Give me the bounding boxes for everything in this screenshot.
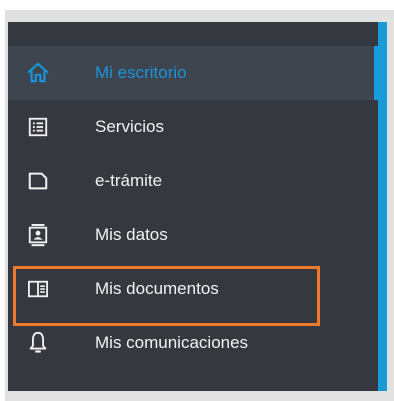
document-icon	[26, 169, 50, 193]
sidebar-item-label: e-trámite	[95, 171, 163, 190]
home-icon	[26, 61, 50, 85]
list-icon	[26, 115, 50, 139]
sidebar-menu: Mi escritorio Servicios e-trámite Mis da…	[8, 22, 380, 391]
scrollbar-accent[interactable]	[378, 22, 387, 391]
sidebar-item-label: Mis datos	[95, 225, 168, 244]
sidebar-item-servicios[interactable]: Servicios	[8, 100, 378, 154]
sidebar-item-mis-datos[interactable]: Mis datos	[8, 208, 378, 262]
bell-icon	[26, 331, 50, 355]
sidebar-item-mi-escritorio[interactable]: Mi escritorio	[8, 46, 380, 100]
id-card-icon	[26, 223, 50, 247]
sidebar-item-label: Servicios	[95, 117, 164, 136]
sidebar-item-label: Mis comunicaciones	[95, 333, 249, 352]
sidebar-item-label: Mis documentos	[95, 279, 219, 298]
sidebar-item-mis-comunicaciones[interactable]: Mis comunicaciones	[8, 316, 378, 370]
sidebar-item-mis-documentos[interactable]: Mis documentos	[8, 262, 378, 316]
sidebar-item-e-tramite[interactable]: e-trámite	[8, 154, 378, 208]
sidebar-item-label: Mi escritorio	[95, 63, 187, 82]
folder-document-icon	[26, 277, 50, 301]
sidebar-header-space	[8, 22, 378, 46]
